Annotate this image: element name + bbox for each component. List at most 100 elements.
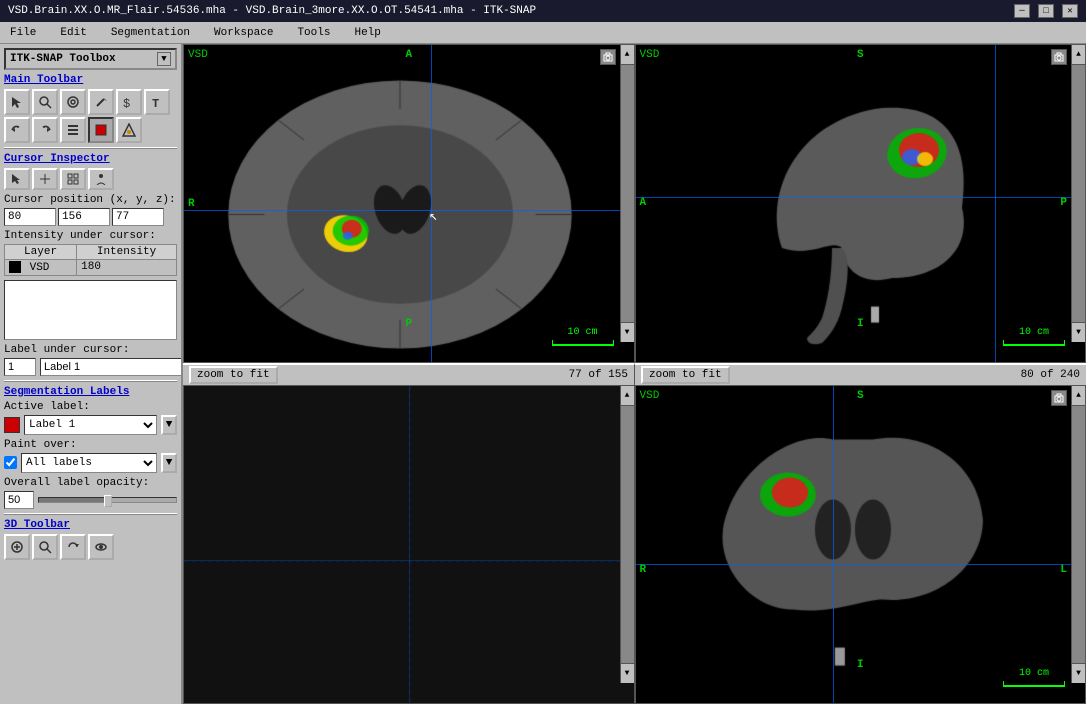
paint-over-row: All labels ▼ [4, 453, 177, 473]
screenshot-btn-tr[interactable] [1051, 49, 1067, 65]
pointer-tool-button[interactable] [4, 89, 30, 115]
active-label-text: Active label: [4, 401, 177, 413]
pan-tool-button[interactable] [60, 89, 86, 115]
color-button[interactable] [116, 117, 142, 143]
scroll-down-btn-br[interactable]: ▼ [1072, 663, 1085, 683]
toolbox-title: ITK-SNAP Toolbox [10, 53, 116, 65]
paint-over-select[interactable]: All labels [21, 453, 157, 473]
menu-help[interactable]: Help [348, 25, 386, 41]
inspector-crosshair-button[interactable] [32, 168, 58, 190]
scroll-track-tl [621, 65, 634, 322]
scroll-down-btn-tr[interactable]: ▼ [1072, 322, 1085, 342]
screenshot-btn-br[interactable] [1051, 390, 1067, 406]
zoom-tool-button[interactable] [32, 89, 58, 115]
opacity-row: 50 [4, 491, 177, 509]
scroll-down-btn-tl[interactable]: ▼ [621, 322, 634, 342]
opacity-slider-thumb[interactable] [104, 495, 112, 507]
menu-segmentation[interactable]: Segmentation [105, 25, 196, 41]
viewport-top-right[interactable]: VSD S A P I 10 cm ▲ [635, 44, 1086, 363]
paint-over-text: Paint over: [4, 439, 177, 451]
brain-canvas-top-left [184, 45, 635, 363]
scroll-track-tr [1072, 65, 1085, 322]
scroll-up-btn-br[interactable]: ▲ [1072, 386, 1085, 406]
viewport-grid: VSD A R L P 10 cm [183, 44, 1086, 704]
viewport-bottom-left[interactable]: ▲ ▼ [183, 385, 635, 704]
title-bar: VSD.Brain.XX.O.MR_Flair.54536.mha - VSD.… [0, 0, 1086, 22]
title-text: VSD.Brain.XX.O.MR_Flair.54536.mha - VSD.… [8, 5, 536, 17]
scroll-up-btn-bl[interactable]: ▲ [621, 386, 634, 406]
cursor-position-label: Cursor position (x, y, z): [4, 194, 177, 206]
3d-add-button[interactable] [4, 534, 30, 560]
zoom-fit-tl[interactable]: zoom to fit [189, 366, 278, 384]
toolbox-title-bar: ITK-SNAP Toolbox ▼ [4, 48, 177, 70]
scroll-up-btn-tr[interactable]: ▲ [1072, 45, 1085, 65]
intensity-col-header: Intensity [77, 245, 177, 260]
separator-2 [4, 380, 177, 382]
inspector-person-button[interactable] [88, 168, 114, 190]
inspector-pointer-button[interactable] [4, 168, 30, 190]
screenshot-btn-tl[interactable] [600, 49, 616, 65]
scroll-down-btn-bl[interactable]: ▼ [621, 663, 634, 683]
menu-tools[interactable]: Tools [291, 25, 336, 41]
active-label-color-swatch [4, 417, 20, 433]
redo-button[interactable] [32, 117, 58, 143]
3d-zoom-button[interactable] [32, 534, 58, 560]
separator-3 [4, 513, 177, 515]
active-label-select[interactable]: Label 1 [24, 415, 157, 435]
vp-tr-scrollbar-v[interactable]: ▲ ▼ [1071, 45, 1085, 342]
toolbar-row-1: $ T [4, 89, 177, 115]
scroll-up-btn-tl[interactable]: ▲ [621, 45, 634, 65]
zoom-fit-tr[interactable]: zoom to fit [641, 366, 730, 384]
cursor-x-input[interactable]: 80 [4, 208, 56, 226]
paint-over-checkbox-row [4, 456, 17, 469]
extra-intensity-area [4, 280, 177, 340]
paint-over-dropdown-button[interactable]: ▼ [161, 453, 177, 473]
slice-info-tr-text: 80 of 240 [1021, 369, 1080, 381]
intensity-row-vsd: VSD 180 [5, 260, 177, 276]
brain-canvas-bottom-left [184, 386, 635, 704]
label-id-input[interactable]: 1 [4, 358, 36, 376]
vp-bl-scrollbar-v[interactable]: ▲ ▼ [620, 386, 634, 683]
status-row: zoom to fit77 of 155zoom to fit80 of 240 [183, 363, 1086, 385]
toolbar-3d-row [4, 534, 177, 560]
minimize-button[interactable]: ─ [1014, 4, 1030, 18]
3d-rotate-button[interactable] [60, 534, 86, 560]
label-button[interactable] [88, 117, 114, 143]
menu-workspace[interactable]: Workspace [208, 25, 279, 41]
viewport-bottom-right[interactable]: VSD S R L I 10 cm ▲ [635, 385, 1086, 704]
main-layout: ITK-SNAP Toolbox ▼ Main Toolbar $ T [0, 44, 1086, 704]
paint-tool-button[interactable] [88, 89, 114, 115]
scroll-track-bl [621, 406, 634, 663]
active-label-dropdown-button[interactable]: ▼ [161, 415, 177, 435]
opacity-value-input[interactable]: 50 [4, 491, 34, 509]
menu-file[interactable]: File [4, 25, 42, 41]
viewport-top-left[interactable]: VSD A R L P 10 cm [183, 44, 635, 363]
label-name-input[interactable]: Label 1 [40, 358, 183, 376]
menu-edit[interactable]: Edit [54, 25, 92, 41]
vp-br-scrollbar-v[interactable]: ▲ ▼ [1071, 386, 1085, 683]
seg-labels-header: Segmentation Labels [4, 386, 177, 398]
undo-button[interactable] [4, 117, 30, 143]
snake-tool-button[interactable]: $ [116, 89, 142, 115]
close-button[interactable]: ✕ [1062, 4, 1078, 18]
vp-tl-scrollbar-v[interactable]: ▲ ▼ [620, 45, 634, 342]
inspector-grid-button[interactable] [60, 168, 86, 190]
maximize-button[interactable]: □ [1038, 4, 1054, 18]
status-bar-top-left: zoom to fit77 of 155 [183, 363, 634, 385]
paint-over-checkbox[interactable] [4, 456, 17, 469]
svg-text:T: T [152, 97, 159, 109]
cursor-z-input[interactable]: 77 [112, 208, 164, 226]
cursor-y-input[interactable]: 156 [58, 208, 110, 226]
3d-eye-button[interactable] [88, 534, 114, 560]
opacity-label-text: Overall label opacity: [4, 477, 177, 489]
annotation-tool-button[interactable]: T [144, 89, 170, 115]
cursor-inspector-header: Cursor Inspector [4, 153, 177, 165]
brain-canvas-bottom-right [636, 386, 1086, 704]
toolbar-3d-header: 3D Toolbar [4, 519, 177, 531]
intensity-value-cell: 180 [77, 260, 177, 276]
active-label-row: Label 1 ▼ [4, 415, 177, 435]
toolbox-expand-button[interactable]: ▼ [157, 52, 171, 66]
layer-name-cell: VSD [5, 260, 77, 276]
layers-button[interactable] [60, 117, 86, 143]
opacity-slider-track [38, 497, 177, 503]
